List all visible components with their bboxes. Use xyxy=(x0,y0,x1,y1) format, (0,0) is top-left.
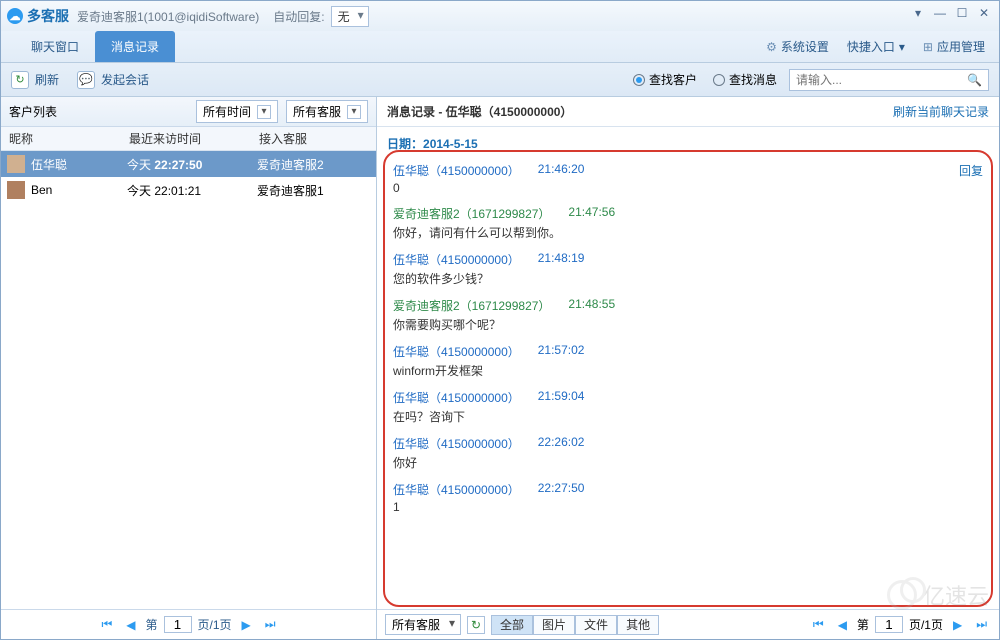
message-body: 你好 xyxy=(393,454,983,471)
message-body: 1 xyxy=(393,500,983,514)
chevron-down-icon: ▾ xyxy=(347,105,361,119)
chevron-down-icon: ▾ xyxy=(257,105,271,119)
system-settings-link[interactable]: ⚙系统设置 xyxy=(766,38,829,55)
table-row[interactable]: Ben 今天 22:01:21 爱奇迪客服1 xyxy=(1,177,376,203)
pager-next-icon[interactable]: ▶ xyxy=(238,618,255,632)
message-header: 伍华聪（4150000000）21:46:20回复 xyxy=(393,162,983,179)
gear-icon: ⚙ xyxy=(766,40,777,54)
pager-prev-icon[interactable]: ◀ xyxy=(834,618,851,632)
col-nickname: 昵称 xyxy=(1,127,121,150)
message-header: 伍华聪（4150000000）22:26:02 xyxy=(393,435,983,452)
refresh-icon: ↻ xyxy=(11,71,29,89)
auto-reply: 自动回复: 无 xyxy=(273,6,368,27)
filter-全部[interactable]: 全部 xyxy=(491,615,533,635)
customer-list-header: 昵称 最近来访时间 接入客服 xyxy=(1,127,376,151)
filter-其他[interactable]: 其他 xyxy=(617,615,659,635)
toolbar: ↻刷新 💬发起会话 查找客户 查找消息 🔍 xyxy=(1,63,999,97)
message-body: 0 xyxy=(393,181,983,195)
pager-last-icon[interactable]: ⏭ xyxy=(261,617,280,632)
avatar xyxy=(7,155,25,173)
filter-图片[interactable]: 图片 xyxy=(533,615,575,635)
pager-next-icon[interactable]: ▶ xyxy=(949,618,966,632)
message-header: 伍华聪（4150000000）21:48:19 xyxy=(393,251,983,268)
maximize-icon[interactable]: ☐ xyxy=(951,4,973,22)
customer-rows: 伍华聪 今天 22:27:50 爱奇迪客服2 Ben 今天 22:01:21 爱… xyxy=(1,151,376,203)
close-icon[interactable]: ✕ xyxy=(973,4,995,22)
window-dropdown-icon[interactable]: ▾ xyxy=(907,4,929,22)
message-body: 你需要购买哪个呢？ xyxy=(393,316,983,333)
col-agent: 接入客服 xyxy=(251,127,376,150)
filter-文件[interactable]: 文件 xyxy=(575,615,617,635)
bottom-bar: 所有客服 ↻ 全部图片文件其他 ⏮ ◀ 第 页/1页 ▶ ⏭ xyxy=(377,609,999,639)
avatar xyxy=(7,181,25,199)
window-controls: ▾ — ☐ ✕ xyxy=(907,4,995,22)
pager-first-icon[interactable]: ⏮ xyxy=(97,617,116,632)
pager-first-icon[interactable]: ⏮ xyxy=(809,617,828,632)
chat-icon: 💬 xyxy=(77,71,95,89)
pager-last-icon[interactable]: ⏭ xyxy=(972,617,991,632)
main-tabs-bar: 聊天窗口 消息记录 ⚙系统设置 快捷入口▾ ⊞应用管理 xyxy=(1,31,999,63)
apps-icon: ⊞ xyxy=(923,40,933,54)
quick-entry-link[interactable]: 快捷入口▾ xyxy=(847,38,905,55)
message-log-panel: 消息记录 - 伍华聪（4150000000） 刷新当前聊天记录 日期：2014-… xyxy=(377,97,999,639)
tab-message-log[interactable]: 消息记录 xyxy=(95,31,175,62)
pager-input[interactable] xyxy=(875,616,903,633)
message-header: 伍华聪（4150000000）22:27:50 xyxy=(393,481,983,498)
filter-time-dropdown[interactable]: 所有时间▾ xyxy=(196,100,278,123)
pager-prev-icon[interactable]: ◀ xyxy=(122,618,139,632)
left-pager: ⏮ ◀ 第 页/1页 ▶ ⏭ xyxy=(1,609,376,639)
watermark: 亿速云 xyxy=(887,579,989,611)
date-header: 日期：2014-5-15 xyxy=(377,127,999,154)
minimize-icon[interactable]: — xyxy=(929,4,951,22)
start-conversation-button[interactable]: 💬发起会话 xyxy=(77,71,149,89)
watermark-icon xyxy=(887,580,917,610)
reply-link[interactable]: 回复 xyxy=(959,162,983,179)
messages: 伍华聪（4150000000）21:46:20回复 0 爱奇迪客服2（1671299… xyxy=(387,154,989,532)
pager-input[interactable] xyxy=(164,616,192,633)
col-last-visit: 最近来访时间 xyxy=(121,127,251,150)
message-body: winform开发框架 xyxy=(393,362,983,379)
message-header: 爱奇迪客服2（1671299827）21:48:55 xyxy=(393,297,983,314)
titlebar: ☁ 多客服 爱奇迪客服1(1001@iqidiSoftware) 自动回复: 无… xyxy=(1,1,999,31)
message-body: 您的软件多少钱？ xyxy=(393,270,983,287)
refresh-icon[interactable]: ↻ xyxy=(467,616,485,634)
chevron-down-icon: ▾ xyxy=(899,40,905,54)
filter-agent-dropdown[interactable]: 所有客服▾ xyxy=(286,100,368,123)
auto-reply-dropdown[interactable]: 无 xyxy=(331,6,369,27)
radio-find-message[interactable] xyxy=(713,74,725,86)
refresh-button[interactable]: ↻刷新 xyxy=(11,71,59,89)
search-input[interactable] xyxy=(790,70,961,90)
refresh-log-link[interactable]: 刷新当前聊天记录 xyxy=(893,103,989,120)
account-label: 爱奇迪客服1(1001@iqidiSoftware) xyxy=(77,8,259,25)
message-body: 在吗？咨询下 xyxy=(393,408,983,425)
message-log-title: 消息记录 - 伍华聪（4150000000） xyxy=(387,103,572,120)
table-row[interactable]: 伍华聪 今天 22:27:50 爱奇迪客服2 xyxy=(1,151,376,177)
app-title: 多客服 xyxy=(27,6,69,26)
message-body: 你好，请问有什么可以帮到你。 xyxy=(393,224,983,241)
message-header: 伍华聪（4150000000）21:59:04 xyxy=(393,389,983,406)
search-box: 🔍 xyxy=(789,69,989,91)
search-icon[interactable]: 🔍 xyxy=(961,73,988,87)
customer-list-title: 客户列表 xyxy=(9,103,57,120)
bottom-agent-dropdown[interactable]: 所有客服 xyxy=(385,614,461,635)
message-header: 爱奇迪客服2（1671299827）21:47:56 xyxy=(393,205,983,222)
radio-find-message-label: 查找消息 xyxy=(729,71,777,88)
tab-chat-window[interactable]: 聊天窗口 xyxy=(15,31,95,62)
customer-list-panel: 客户列表 所有时间▾ 所有客服▾ 昵称 最近来访时间 接入客服 伍华聪 今天 2… xyxy=(1,97,377,639)
app-manage-link[interactable]: ⊞应用管理 xyxy=(923,38,985,55)
radio-find-customer[interactable] xyxy=(633,74,645,86)
radio-find-customer-label: 查找客户 xyxy=(649,71,697,88)
message-header: 伍华聪（4150000000）21:57:02 xyxy=(393,343,983,360)
app-logo-icon: ☁ xyxy=(7,8,23,24)
auto-reply-label: 自动回复: xyxy=(273,8,324,25)
